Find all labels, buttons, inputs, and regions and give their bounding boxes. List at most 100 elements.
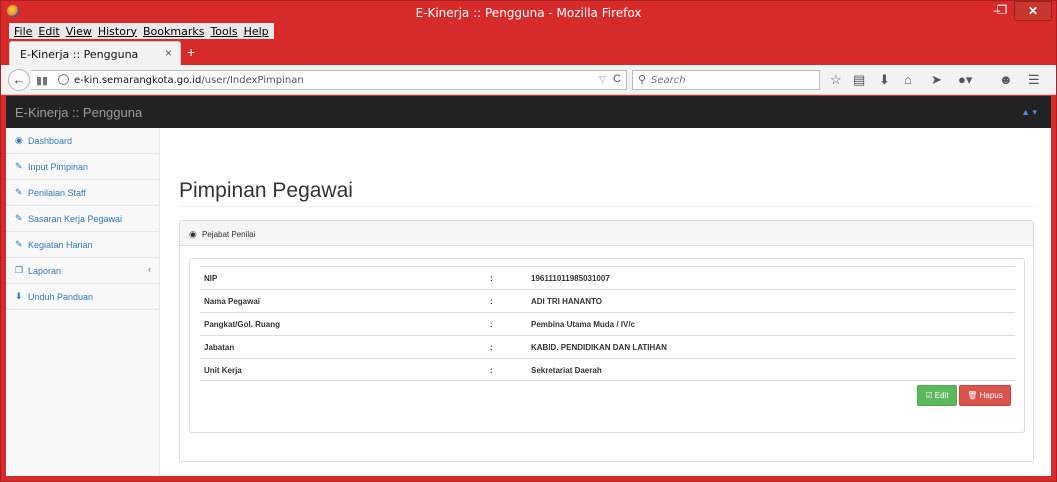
tab-label: E-Kinerja :: Pengguna <box>20 48 139 61</box>
menu-view[interactable]: View <box>63 25 95 38</box>
delete-button[interactable]: 🗑 Hapus <box>959 385 1011 406</box>
row-value: 196111011985031007 <box>531 274 610 283</box>
navigation-toolbar: ← ▮▮ e-kin.semarangkota.go.id/user/Index… <box>1 65 1056 95</box>
edit-button[interactable]: ☑ Edit <box>917 385 957 406</box>
row-value: ADI TRI HANANTO <box>531 297 602 306</box>
window-titlebar: E-Kinerja :: Pengguna - Mozilla Firefox … <box>1 1 1056 23</box>
globe-icon <box>58 74 69 85</box>
edit-icon: ✎ <box>15 213 23 223</box>
table-row: Nama Pegawai : ADI TRI HANANTO <box>200 289 1015 312</box>
window-title: E-Kinerja :: Pengguna - Mozilla Firefox <box>415 6 642 20</box>
sidebar-item-label: Kegiatan Harian <box>28 240 93 250</box>
user-icon[interactable]: ▲ ▾ <box>1021 107 1037 118</box>
menu-help[interactable]: Help <box>241 25 272 38</box>
copy-icon: ❐ <box>15 265 24 275</box>
tab-e-kinerja[interactable]: E-Kinerja :: Pengguna × <box>9 41 181 65</box>
back-button[interactable]: ← <box>8 69 30 91</box>
edit-button-label: Edit <box>934 391 949 400</box>
url-history-dropdown-icon[interactable]: ▽ <box>599 74 606 85</box>
edit-icon: ✎ <box>15 239 23 249</box>
sidebar-item-label: Unduh Panduan <box>28 292 94 302</box>
table-row: NIP : 196111011985031007 <box>200 266 1015 289</box>
row-separator: : <box>490 274 493 283</box>
menu-file[interactable]: File <box>11 25 35 38</box>
search-bar[interactable]: ⚲ <box>632 70 820 90</box>
sidebar-item-label: Laporan <box>28 266 62 276</box>
sidebar-item-penilaian-staff[interactable]: ✎ Penilaian Staff <box>6 180 160 206</box>
table-row: Unit Kerja : Sekretariat Daerah <box>200 358 1015 381</box>
sidebar-item-input-pimpinan[interactable]: ✎ Input Pimpinan <box>6 154 160 180</box>
sidebar-item-dashboard[interactable]: ◉ Dashboard <box>6 128 160 154</box>
row-separator: : <box>490 366 493 375</box>
menu-bar: File Edit View History Bookmarks Tools H… <box>9 23 274 39</box>
sidebar-item-unduh-panduan[interactable]: ⬇ Unduh Panduan <box>6 284 160 310</box>
new-tab-button[interactable]: + <box>187 45 195 59</box>
tab-bar: E-Kinerja :: Pengguna × + <box>1 39 1056 65</box>
table-row: Pangkat/Gol. Ruang : Pembina Utama Muda … <box>200 312 1015 335</box>
app-brand[interactable]: E-Kinerja :: Pengguna <box>15 105 142 120</box>
sidebar-item-label: Dashboard <box>28 136 73 146</box>
url-path: /user/IndexPimpinan <box>201 75 304 86</box>
edit-icon: ✎ <box>15 187 23 197</box>
url-host: e-kin.semarangkota.go.id <box>74 75 202 86</box>
delete-button-label: Hapus <box>979 391 1003 400</box>
row-separator: : <box>490 320 493 329</box>
row-key: Pangkat/Gol. Ruang <box>204 320 281 329</box>
row-key: Unit Kerja <box>204 366 242 375</box>
row-separator: : <box>490 297 493 306</box>
detail-table-well: NIP : 196111011985031007 Nama Pegawai : … <box>189 258 1025 433</box>
pejabat-penilai-panel: ◉ Pejabat Penilai NIP : 1961110119850310… <box>179 220 1034 462</box>
panel-heading-label: Pejabat Penilai <box>202 230 256 239</box>
tab-close-icon[interactable]: × <box>165 46 172 60</box>
dashboard-icon: ◉ <box>15 135 23 145</box>
sidebar-item-sasaran-kerja-pegawai[interactable]: ✎ Sasaran Kerja Pegawai <box>6 206 160 232</box>
download-icon: ⬇ <box>15 291 23 301</box>
row-separator: : <box>490 343 493 352</box>
maximize-button[interactable]: ❐ <box>991 1 1013 21</box>
home-icon[interactable]: ⌂ <box>904 72 912 87</box>
trash-icon: 🗑 <box>967 391 978 400</box>
page-title: Pimpinan Pegawai <box>179 179 353 202</box>
url-bar[interactable]: ▮▮ e-kin.semarangkota.go.id/user/IndexPi… <box>31 70 627 90</box>
addon-icon[interactable]: ●▾ <box>958 72 972 88</box>
title-divider <box>179 206 1034 207</box>
sidebar-item-kegiatan-harian[interactable]: ✎ Kegiatan Harian <box>6 232 160 258</box>
app-navbar: E-Kinerja :: Pengguna ▲ ▾ <box>6 96 1051 128</box>
table-row: Jabatan : KABID. PENDIDIKAN DAN LATIHAN <box>200 335 1015 358</box>
search-input[interactable] <box>651 73 811 87</box>
chat-icon[interactable]: ☻ <box>999 72 1013 87</box>
row-value: Pembina Utama Muda / IV/c <box>531 320 636 329</box>
reading-list-icon[interactable]: ▤ <box>853 72 865 88</box>
hamburger-menu-icon[interactable]: ☰ <box>1028 72 1040 88</box>
chevron-left-icon: ‹ <box>148 264 151 274</box>
row-value: Sekretariat Daerah <box>531 366 602 375</box>
edit-icon: ✎ <box>15 161 23 171</box>
row-value: KABID. PENDIDIKAN DAN LATIHAN <box>531 343 667 352</box>
browser-window: E-Kinerja :: Pengguna - Mozilla Firefox … <box>0 0 1057 482</box>
search-icon: ⚲ <box>638 74 647 86</box>
row-key: NIP <box>204 274 218 283</box>
page-info-icon[interactable]: ▮▮ <box>36 74 48 87</box>
sidebar-item-laporan[interactable]: ❐ Laporan ‹ <box>6 258 160 284</box>
send-icon[interactable]: ➤ <box>931 72 942 88</box>
menu-bookmarks[interactable]: Bookmarks <box>140 25 207 38</box>
bookmark-star-icon[interactable]: ☆ <box>830 72 842 88</box>
panel-heading: ◉ Pejabat Penilai <box>180 221 1033 246</box>
dashboard-icon: ◉ <box>189 229 197 239</box>
menu-history[interactable]: History <box>95 25 140 38</box>
reload-icon[interactable]: C <box>613 73 621 85</box>
check-square-icon: ☑ <box>925 391 933 400</box>
page-viewport: E-Kinerja :: Pengguna ▲ ▾ ◉ Dashboard ✎ … <box>6 96 1051 476</box>
back-arrow-icon: ← <box>12 72 26 87</box>
row-key: Nama Pegawai <box>204 297 261 306</box>
sidebar-item-label: Input Pimpinan <box>28 162 89 172</box>
sidebar-item-label: Penilaian Staff <box>28 188 86 198</box>
row-key: Jabatan <box>204 343 235 352</box>
menu-tools[interactable]: Tools <box>207 25 240 38</box>
sidebar-item-label: Sasaran Kerja Pegawai <box>28 214 123 224</box>
download-icon[interactable]: ⬇ <box>879 72 890 88</box>
close-window-button[interactable]: ✕ <box>1014 1 1052 21</box>
menu-edit[interactable]: Edit <box>35 25 62 38</box>
url-text[interactable]: e-kin.semarangkota.go.id/user/IndexPimpi… <box>74 75 304 86</box>
sidebar: ◉ Dashboard ✎ Input Pimpinan ✎ Penilaian… <box>6 128 160 476</box>
